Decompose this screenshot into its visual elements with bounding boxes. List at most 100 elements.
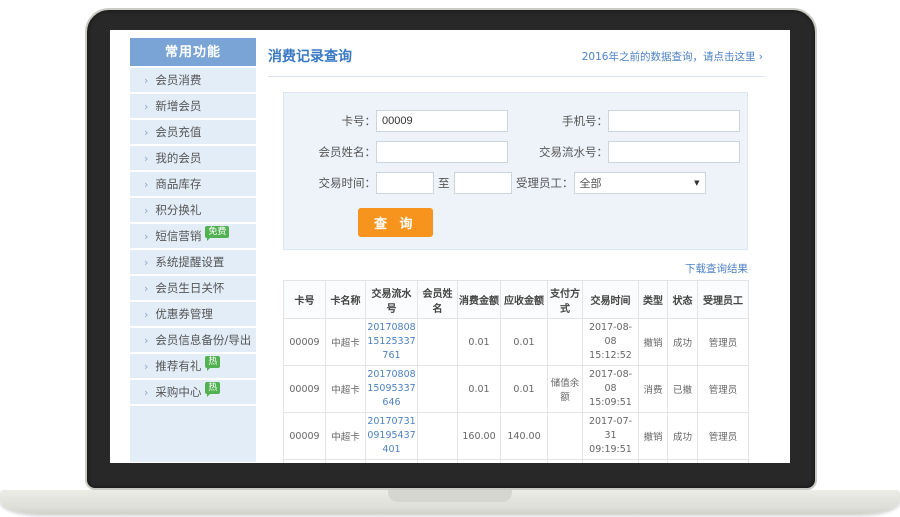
cell-operator: 管理员 bbox=[697, 318, 749, 366]
sidebar-item-label: 会员消费 bbox=[155, 73, 202, 87]
col-operator: 受理员工 bbox=[697, 280, 749, 319]
staff-select-value: 全部 bbox=[579, 177, 602, 190]
cell-type: 撤销 bbox=[638, 318, 668, 366]
col-member: 会员姓名 bbox=[417, 280, 458, 319]
chevron-right-icon: › bbox=[144, 333, 149, 347]
page-header: 消费记录查询 2016年之前的数据查询，请点击这里 › bbox=[268, 38, 765, 77]
table-row: 00009 中超卡 2017073109195437401 160.00 140… bbox=[283, 412, 749, 460]
screenshot-stage: 常用功能 › 会员消费 › 新增会员 › 会员充值 › 我的会员 › 商品库存 bbox=[0, 0, 900, 517]
cell-txn-link[interactable]: 2017073109194437398 bbox=[365, 459, 418, 463]
sidebar-item-referral-reward[interactable]: › 推荐有礼 热 bbox=[130, 354, 256, 378]
results-table: 卡号 卡名称 交易流水号 会员姓名 消费金额 应收金额 支付方式 交易时间 类型… bbox=[283, 280, 749, 463]
sidebar: 常用功能 › 会员消费 › 新增会员 › 会员充值 › 我的会员 › 商品库存 bbox=[130, 38, 256, 462]
cell-receivable: 0.01 bbox=[500, 365, 548, 413]
free-badge: 免费 bbox=[205, 226, 230, 241]
cell-txn-link[interactable]: 2017080815125337761 bbox=[365, 318, 418, 366]
chevron-right-icon: › bbox=[144, 99, 149, 113]
cell-txn-link[interactable]: 2017073109195437401 bbox=[365, 412, 418, 460]
col-amount: 消费金额 bbox=[457, 280, 501, 319]
sidebar-item-points-gift[interactable]: › 积分换礼 bbox=[130, 198, 256, 222]
sidebar-item-system-reminder[interactable]: › 系统提醒设置 bbox=[130, 250, 256, 274]
cell-type: 撤销 bbox=[638, 412, 668, 460]
cell-time: 2017-07-31 09:19:51 bbox=[582, 412, 639, 460]
sidebar-item-label: 积分换礼 bbox=[155, 203, 202, 217]
cell-operator: 管理员 bbox=[697, 459, 749, 463]
cell-time: 2017-08-08 15:09:51 bbox=[582, 365, 639, 413]
col-txn: 交易流水号 bbox=[365, 280, 418, 319]
download-results-link[interactable]: 下载查询结果 bbox=[685, 263, 748, 275]
transaction-no-input[interactable] bbox=[608, 141, 740, 163]
staff-label: 受理员工： bbox=[516, 176, 574, 190]
cell-status: 成功 bbox=[667, 318, 698, 366]
member-name-label: 会员姓名： bbox=[318, 145, 377, 159]
transaction-time-label: 交易时间： bbox=[318, 176, 377, 190]
sidebar-item-sms-marketing[interactable]: › 短信营销 免费 bbox=[130, 224, 256, 248]
col-pay-method: 支付方式 bbox=[547, 280, 583, 319]
time-to-separator: 至 bbox=[438, 176, 450, 190]
table-row: 00009 中超卡 2017080815095337646 0.01 0.01 … bbox=[283, 365, 749, 413]
main-content: 消费记录查询 2016年之前的数据查询，请点击这里 › 卡号： 手机号： 会员姓… bbox=[268, 38, 765, 463]
chevron-right-icon: › bbox=[144, 125, 149, 139]
sidebar-item-label: 系统提醒设置 bbox=[155, 255, 225, 269]
sidebar-item-coupon-manage[interactable]: › 优惠券管理 bbox=[130, 302, 256, 326]
cell-card: 00009 bbox=[283, 412, 326, 460]
sidebar-filler bbox=[130, 406, 256, 462]
sidebar-item-member-backup-export[interactable]: › 会员信息备份/导出 bbox=[130, 328, 256, 352]
phone-input[interactable] bbox=[608, 110, 740, 132]
sidebar-item-add-member[interactable]: › 新增会员 bbox=[130, 94, 256, 118]
cell-status: 已撤 bbox=[667, 365, 698, 413]
cell-time: 2017-08-08 15:12:52 bbox=[582, 318, 639, 366]
col-receivable: 应收金额 bbox=[500, 280, 548, 319]
table-header-row: 卡号 卡名称 交易流水号 会员姓名 消费金额 应收金额 支付方式 交易时间 类型… bbox=[283, 280, 749, 319]
cell-receivable: 140.00 bbox=[500, 459, 548, 463]
sidebar-item-label: 会员信息备份/导出 bbox=[155, 333, 252, 347]
cell-member bbox=[417, 412, 458, 460]
sidebar-item-label: 短信营销 bbox=[155, 229, 202, 243]
table-row: 00009 中超卡 2017080815125337761 0.01 0.01 … bbox=[283, 318, 749, 366]
download-row: 下载查询结果 bbox=[268, 257, 748, 276]
cell-txn-link[interactable]: 2017080815095337646 bbox=[365, 365, 418, 413]
transaction-no-label: 交易流水号： bbox=[539, 145, 608, 159]
sidebar-item-my-members[interactable]: › 我的会员 bbox=[130, 146, 256, 170]
hot-badge: 热 bbox=[205, 382, 221, 397]
cell-receivable: 0.01 bbox=[500, 318, 548, 366]
staff-select[interactable]: 全部 ▼ bbox=[573, 172, 706, 194]
history-data-link[interactable]: 2016年之前的数据查询，请点击这里 › bbox=[582, 49, 763, 64]
cell-pay-method bbox=[547, 318, 583, 366]
chevron-right-icon: › bbox=[144, 281, 149, 295]
cell-card: 00009 bbox=[283, 318, 326, 366]
col-time: 交易时间 bbox=[582, 280, 639, 319]
member-name-input[interactable] bbox=[376, 141, 508, 163]
sidebar-item-label: 我的会员 bbox=[155, 151, 202, 165]
cell-member bbox=[417, 365, 458, 413]
query-button[interactable]: 查 询 bbox=[358, 208, 433, 237]
chevron-right-icon: › bbox=[144, 151, 149, 165]
laptop-screen: 常用功能 › 会员消费 › 新增会员 › 会员充值 › 我的会员 › 商品库存 bbox=[110, 30, 790, 463]
card-number-label: 卡号： bbox=[341, 114, 377, 128]
cell-member bbox=[417, 459, 458, 463]
cell-status: 已撤 bbox=[667, 459, 698, 463]
cell-amount: 160.00 bbox=[457, 412, 501, 460]
card-number-input[interactable] bbox=[376, 110, 508, 132]
chevron-right-icon: › bbox=[144, 385, 149, 399]
sidebar-item-label: 采购中心 bbox=[155, 385, 202, 399]
chevron-right-icon: › bbox=[144, 73, 149, 87]
cell-card-name: 中超卡 bbox=[325, 459, 366, 463]
table-row: 00009 中超卡 2017073109194437398 160.00 140… bbox=[283, 459, 749, 463]
col-status: 状态 bbox=[667, 280, 698, 319]
cell-type: 消费 bbox=[638, 459, 668, 463]
sidebar-item-member-recharge[interactable]: › 会员充值 bbox=[130, 120, 256, 144]
sidebar-item-label: 会员生日关怀 bbox=[155, 281, 225, 295]
cell-amount: 0.01 bbox=[457, 318, 501, 366]
cell-member bbox=[417, 318, 458, 366]
time-to-input[interactable] bbox=[453, 172, 512, 194]
sidebar-item-birthday-care[interactable]: › 会员生日关怀 bbox=[130, 276, 256, 300]
cell-operator: 管理员 bbox=[697, 365, 749, 413]
time-from-input[interactable] bbox=[376, 172, 434, 194]
sidebar-item-member-consume[interactable]: › 会员消费 bbox=[130, 68, 256, 92]
form-row-3: 交易时间： 至 受理员工： 全部 ▼ bbox=[284, 172, 747, 194]
sidebar-item-product-stock[interactable]: › 商品库存 bbox=[130, 172, 256, 196]
sidebar-item-purchase-center[interactable]: › 采购中心 热 bbox=[130, 380, 256, 404]
col-type: 类型 bbox=[638, 280, 668, 319]
chevron-right-icon: › bbox=[144, 359, 149, 373]
